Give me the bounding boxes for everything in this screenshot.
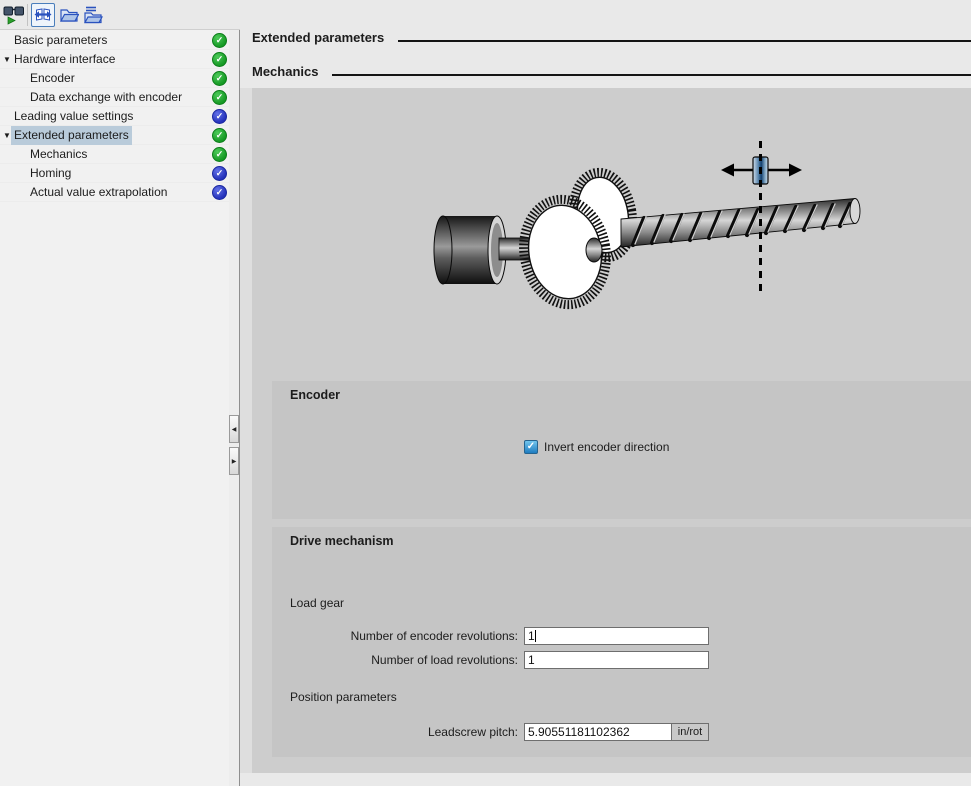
load-revolutions-input[interactable]	[524, 651, 709, 669]
compare-view-button[interactable]	[31, 3, 55, 27]
status-ok-icon: ✓	[212, 71, 227, 86]
invert-encoder-direction-checkbox[interactable]: ✓	[524, 440, 538, 454]
toolbar-separator	[27, 4, 28, 26]
encoder-revolutions-input[interactable]	[524, 627, 709, 645]
checkmark-icon: ✓	[527, 442, 535, 452]
text-caret	[535, 630, 536, 642]
encoder-section: Encoder ✓ Invert encoder direction	[272, 381, 971, 519]
chevron-left-icon: ◀	[232, 426, 237, 433]
sidebar-item-homing[interactable]: Homing ✓	[0, 164, 229, 183]
pane-splitter[interactable]: ◀ ▶	[229, 30, 240, 786]
status-info-icon: ✓	[212, 166, 227, 181]
leadscrew-pitch-field: in/rot	[524, 723, 709, 741]
expander-icon[interactable]: ▼	[3, 50, 11, 69]
sidebar-item-actual-value-extrapolation[interactable]: Actual value extrapolation ✓	[0, 183, 229, 202]
sidebar-item-label: Data exchange with encoder	[27, 88, 185, 107]
encoder-revolutions-field-wrap	[524, 627, 709, 645]
expand-all-button[interactable]	[57, 3, 81, 27]
expander-icon[interactable]: ▼	[3, 126, 11, 145]
open-folder-icon	[60, 7, 79, 23]
leadscrew-pitch-input[interactable]	[525, 724, 671, 740]
encoder-revolutions-label: Number of encoder revolutions:	[272, 627, 518, 645]
leadscrew-pitch-unit: in/rot	[671, 724, 708, 740]
drive-mechanism-title: Drive mechanism	[290, 534, 394, 548]
section-title: Extended parameters	[252, 30, 384, 45]
sidebar-item-leading-value-settings[interactable]: Leading value settings ✓	[0, 107, 229, 126]
subsection-header: Mechanics	[252, 64, 971, 79]
sidebar-item-label: Leading value settings	[11, 107, 136, 126]
sidebar-item-label: Hardware interface	[11, 50, 118, 69]
mechanics-diagram	[425, 135, 875, 310]
sidebar-item-hardware-interface[interactable]: ▼ Hardware interface ✓	[0, 50, 229, 69]
sidebar-item-data-exchange-with-encoder[interactable]: Data exchange with encoder ✓	[0, 88, 229, 107]
sidebar-item-label-selected: Extended parameters	[11, 126, 132, 145]
status-ok-icon: ✓	[212, 90, 227, 105]
splitter-collapse-button[interactable]: ◀	[229, 415, 239, 443]
load-gear-label: Load gear	[290, 596, 344, 610]
load-revolutions-label: Number of load revolutions:	[272, 651, 518, 669]
sidebar-item-extended-parameters[interactable]: ▼ Extended parameters ✓	[0, 126, 229, 145]
status-ok-icon: ✓	[212, 147, 227, 162]
monitor-glasses-icon[interactable]	[3, 5, 25, 25]
drive-mechanism-section: Drive mechanism Load gear Number of enco…	[272, 527, 971, 757]
position-parameters-label: Position parameters	[290, 690, 397, 704]
status-ok-icon: ✓	[212, 128, 227, 143]
technology-object-configuration-window: Basic parameters ✓ ▼ Hardware interface …	[0, 0, 971, 786]
mechanics-content: Encoder ✓ Invert encoder direction Drive…	[252, 88, 971, 773]
subsection-title: Mechanics	[252, 64, 318, 79]
leadscrew-pitch-label: Leadscrew pitch:	[272, 723, 518, 741]
splitter-expand-button[interactable]: ▶	[229, 447, 239, 475]
header-rule	[398, 40, 971, 42]
header-rule	[332, 74, 971, 76]
sidebar-item-basic-parameters[interactable]: Basic parameters ✓	[0, 31, 229, 50]
collapse-folder-icon	[84, 6, 103, 24]
sidebar-item-label: Mechanics	[27, 145, 90, 164]
status-ok-icon: ✓	[212, 52, 227, 67]
sidebar-item-encoder[interactable]: Encoder ✓	[0, 69, 229, 88]
status-info-icon: ✓	[212, 109, 227, 124]
sidebar-item-label: Homing	[27, 164, 74, 183]
chevron-right-icon: ▶	[232, 458, 237, 465]
status-info-icon: ✓	[212, 185, 227, 200]
section-header: Extended parameters	[252, 30, 971, 45]
load-revolutions-field-wrap	[524, 651, 709, 669]
collapse-all-button[interactable]	[81, 3, 105, 27]
invert-encoder-direction-label: Invert encoder direction	[544, 439, 669, 455]
status-ok-icon: ✓	[212, 33, 227, 48]
content-left-margin	[240, 88, 252, 773]
toolbar	[0, 0, 240, 30]
encoder-section-title: Encoder	[290, 388, 340, 402]
sidebar-item-label: Actual value extrapolation	[27, 183, 170, 202]
sidebar-item-label: Basic parameters	[11, 31, 110, 50]
compare-view-icon	[34, 6, 52, 24]
main-panel: Extended parameters Mechanics	[240, 0, 971, 786]
sidebar-item-label: Encoder	[27, 69, 78, 88]
sidebar-item-mechanics[interactable]: Mechanics ✓	[0, 145, 229, 164]
config-navigation-tree: Basic parameters ✓ ▼ Hardware interface …	[0, 30, 229, 786]
